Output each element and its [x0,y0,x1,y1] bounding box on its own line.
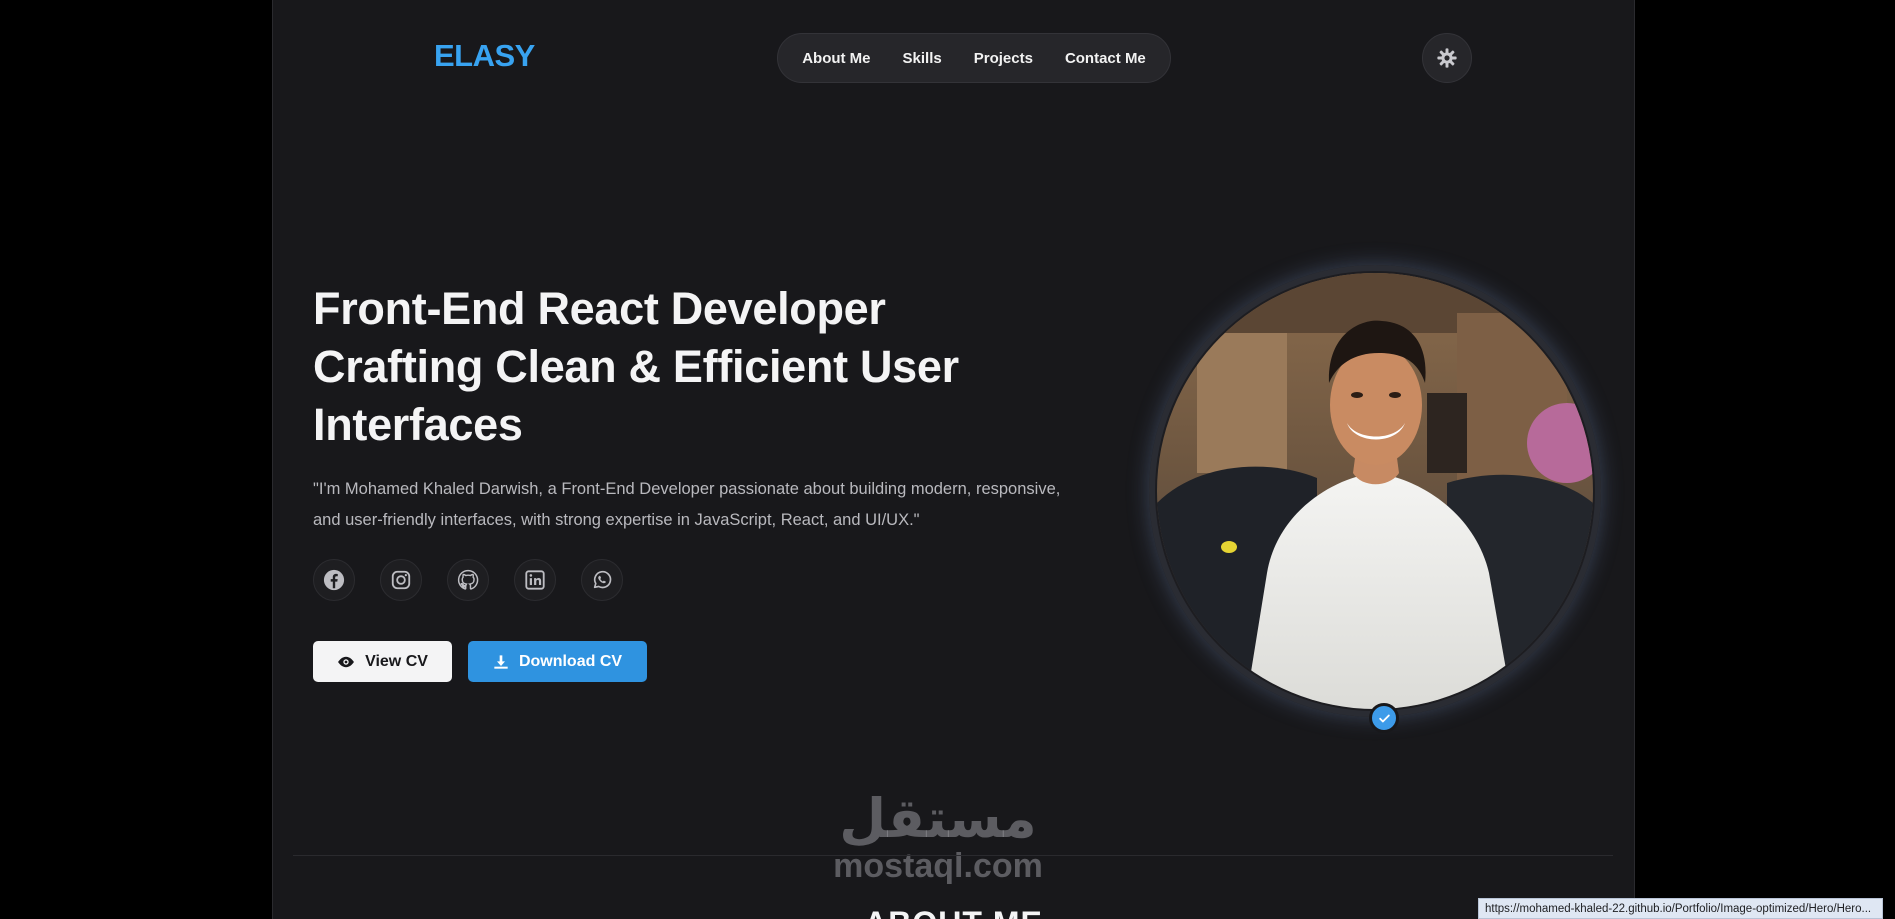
hero-title: Front-End React Developer Crafting Clean… [313,280,1033,454]
github-link[interactable] [447,559,489,601]
theme-toggle-button[interactable] [1422,33,1472,83]
view-cv-button[interactable]: View CV [313,641,452,682]
instagram-icon [391,570,411,590]
hero-description: "I'm Mohamed Khaled Darwish, a Front-End… [313,474,1103,536]
profile-photo [1157,273,1593,709]
hero-title-line: Interfaces [313,399,523,450]
github-icon [457,569,479,590]
gear-icon [1437,48,1457,68]
whatsapp-link[interactable] [581,559,623,601]
facebook-icon [323,569,345,591]
portfolio-page: ELASY About Me Skills Projects Contact M… [272,0,1635,919]
nav-item-projects[interactable]: Projects [974,50,1033,67]
watermark-latin: mostaql.com [833,847,1043,885]
nav-item-skills[interactable]: Skills [903,50,942,67]
eye-icon [338,656,354,667]
profile-photo-frame [1149,265,1601,717]
nav-item-contact-me[interactable]: Contact Me [1065,50,1146,67]
facebook-link[interactable] [313,559,355,601]
download-cv-button[interactable]: Download CV [468,641,647,682]
browser-status-url: https://mohamed-khaled-22.github.io/Port… [1478,898,1883,919]
section-divider [293,855,1613,856]
about-me-heading: ABOUT ME [273,905,1634,919]
verified-badge [1369,703,1399,733]
site-logo[interactable]: ELASY [434,38,535,74]
watermark-arabic: مستقل [839,787,1037,850]
hero-description-line: and user-friendly interfaces, with stron… [313,511,920,529]
hero-title-line: Crafting Clean & Efficient User [313,341,959,392]
download-cv-label: Download CV [518,652,623,670]
social-links [313,559,623,601]
view-cv-label: View CV [365,652,428,670]
mostaql-watermark: مستقل mostaql.com [833,787,1043,885]
hero-description-line: "I'm Mohamed Khaled Darwish, a Front-End… [313,480,1061,498]
instagram-link[interactable] [380,559,422,601]
hero-title-line: Front-End React Developer [313,283,886,334]
check-icon [1378,714,1390,722]
linkedin-link[interactable] [514,559,556,601]
main-nav: About Me Skills Projects Contact Me [777,33,1171,83]
whatsapp-icon [593,570,612,589]
linkedin-icon [525,570,545,590]
download-icon [494,654,508,669]
nav-item-about-me[interactable]: About Me [802,50,870,67]
